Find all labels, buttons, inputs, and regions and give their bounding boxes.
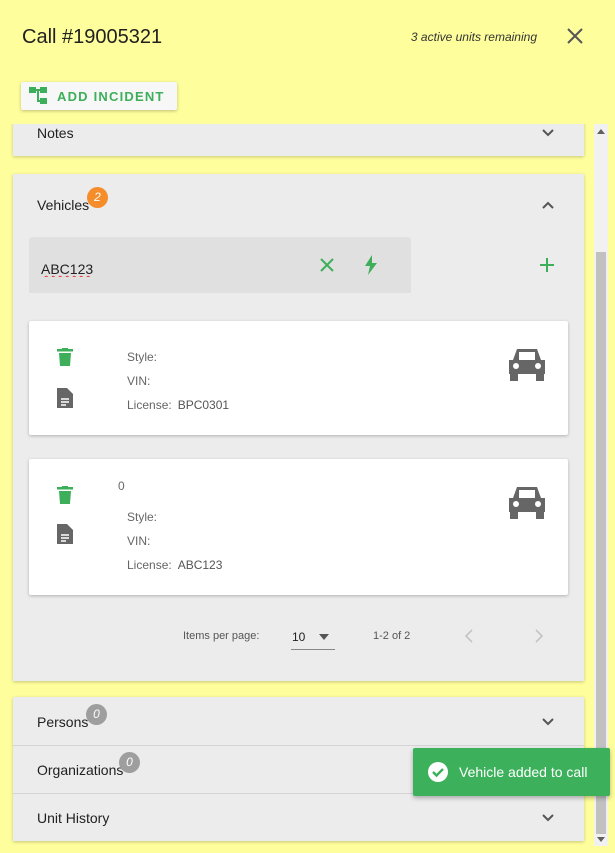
page-size-value: 10 [292,630,306,644]
vehicles-label[interactable]: Vehicles [37,197,89,213]
car-icon [509,487,545,519]
vehicle-card: 0 Style: VIN: License: ABC123 [29,459,568,595]
persons-label: Persons [37,714,89,730]
dialog-header: Call #19005321 3 active units remaining … [0,0,615,124]
scroll-up-arrow-icon[interactable] [594,126,608,138]
license-value: BPC0301 [177,398,230,412]
delete-icon[interactable] [57,486,73,504]
units-remaining-text: 3 active units remaining [410,30,537,44]
vehicle-search-input[interactable] [41,261,241,277]
organizations-count-badge: 0 [119,752,140,773]
unit-history-label: Unit History [37,810,110,826]
add-incident-icon [29,87,47,104]
notes-label: Notes [37,125,74,141]
add-incident-label: ADD INCIDENT [57,88,165,104]
next-page-icon[interactable] [534,629,544,643]
vehicle-style: Style: [127,350,163,364]
dialog-title: Call #19005321 [22,26,163,48]
add-incident-button[interactable]: ADD INCIDENT [21,82,177,110]
license-label: License: [127,398,172,412]
license-value: ABC123 [177,558,223,572]
persons-panel[interactable]: Persons 0 [13,697,584,745]
unit-history-panel[interactable]: Unit History [13,793,584,841]
document-icon[interactable] [57,388,73,408]
scrollbar[interactable] [594,124,608,846]
add-vehicle-icon[interactable] [539,257,555,273]
scrollbar-thumb[interactable] [596,252,606,834]
items-per-page-label: Items per page: [183,630,260,642]
dialog-content: Notes Vehicles 2 ABC123 Style: VIN: Lice… [0,124,615,853]
notes-panel[interactable]: Notes [13,124,584,156]
check-circle-icon [428,762,448,782]
organizations-label: Organizations [37,762,124,778]
persons-count-badge: 0 [86,704,107,725]
vehicle-number: 0 [118,479,125,493]
scroll-down-arrow-icon[interactable] [594,833,608,845]
lightning-icon[interactable] [364,255,378,275]
vehicle-vin: VIN: [127,534,156,548]
chevron-down-icon[interactable] [540,714,556,730]
vehicle-style: Style: [127,510,163,524]
page-size-select[interactable]: 10 [291,622,335,650]
document-icon[interactable] [57,524,73,544]
vin-label: VIN: [127,374,151,388]
vehicle-search-field[interactable] [29,237,411,293]
snackbar: Vehicle added to call [413,748,610,796]
style-label: Style: [127,350,158,364]
vehicles-panel: Vehicles 2 ABC123 Style: VIN: License: B… [13,174,584,681]
snackbar-message: Vehicle added to call [459,764,588,780]
vehicle-license: License: BPC0301 [127,398,229,412]
vehicle-license: License: ABC123 [127,558,222,572]
vehicle-vin: VIN: [127,374,156,388]
vehicle-number-value: 0 [118,479,125,493]
caret-down-icon [319,634,329,640]
close-icon[interactable] [565,26,585,46]
vehicles-count-badge: 2 [87,187,108,208]
chevron-up-icon[interactable] [540,197,556,213]
vin-label: VIN: [127,534,151,548]
chevron-down-icon[interactable] [540,810,556,826]
clear-icon[interactable] [319,257,335,273]
license-label: License: [127,558,172,572]
car-icon [509,349,545,381]
delete-icon[interactable] [57,348,73,366]
chevron-down-icon[interactable] [540,125,556,141]
previous-page-icon[interactable] [464,629,474,643]
page-range: 1-2 of 2 [373,630,411,642]
style-label: Style: [127,510,158,524]
vehicle-card: Style: VIN: License: BPC0301 [29,321,568,435]
